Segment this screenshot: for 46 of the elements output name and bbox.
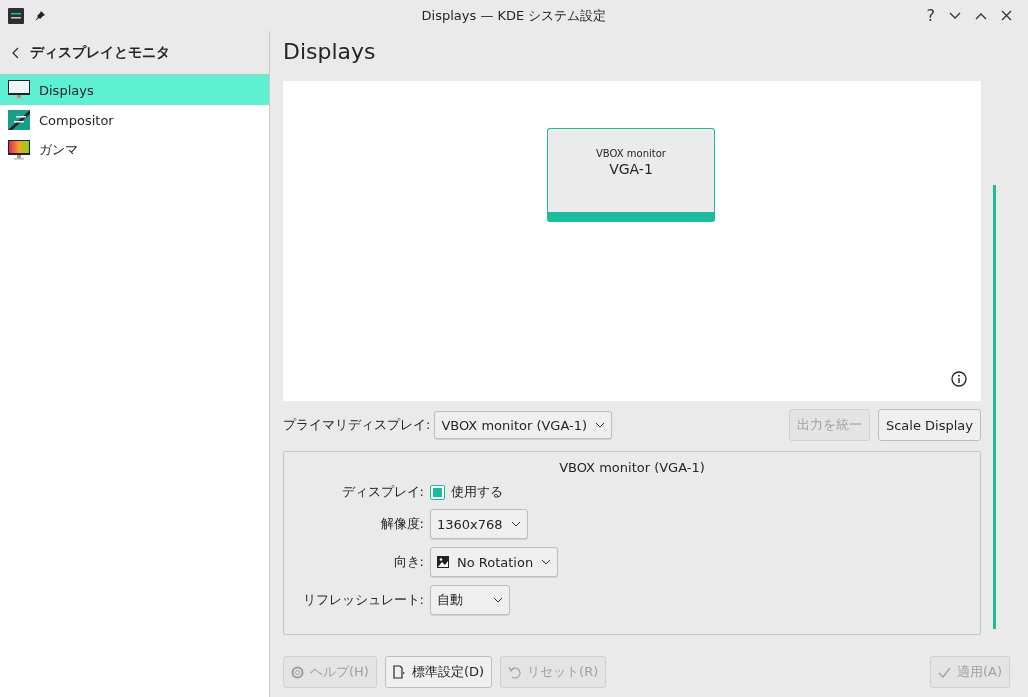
pin-icon[interactable] [34,9,46,22]
field-label: リフレッシュレート: [301,591,424,609]
sidebar-title: ディスプレイとモニタ [30,43,170,62]
caret-icon [541,559,552,565]
sidebar-label: Compositor [39,112,114,128]
gamma-icon [8,140,30,160]
monitor-tile[interactable]: VBOX monitor VGA-1 [547,128,715,222]
lifebuoy-icon [291,665,304,679]
monitor-name: VBOX monitor [596,148,666,159]
output-title: VBOX monitor (VGA-1) [558,460,706,475]
compositor-icon [8,110,30,130]
dropdown[interactable]: 1360x768 [430,509,528,539]
sidebar-label: Displays [39,82,94,98]
sidebar-item[interactable]: ガンマ [0,135,269,165]
caret-icon [510,521,521,527]
monitor-icon [8,80,30,100]
document-icon [392,665,406,679]
field-label: ディスプレイ: [340,483,424,501]
footer-button[interactable]: 標準設定(D) [384,656,493,688]
primary-display-dropdown[interactable]: VBOX monitor (VGA-1) [434,411,613,439]
sidebar-item[interactable]: Displays [0,75,269,105]
page-title: Displays [283,37,377,66]
help-button[interactable]: ? [926,6,935,25]
dropdown[interactable]: No Rotation [430,547,559,577]
close-icon[interactable] [1001,10,1012,21]
scrollbar[interactable] [993,185,996,629]
caret-icon [493,597,503,603]
window-title: Displays — KDE システム設定 [421,6,607,25]
undo-icon [508,665,522,679]
field-label: プライマリディスプレイ: [283,416,431,434]
field-label: 向き: [392,553,424,571]
checkmark-icon [937,666,951,678]
checkbox-label: 使用する [451,483,503,501]
sidebar-label: ガンマ [39,141,78,159]
action-button[interactable]: Scale Display [877,409,981,441]
app-icon [8,7,24,24]
field-label: 解像度: [379,515,424,533]
maximize-icon[interactable] [975,11,987,20]
back-icon[interactable] [12,46,20,59]
monitor-output: VGA-1 [609,161,653,177]
info-icon[interactable] [951,371,967,387]
minimize-icon[interactable] [949,11,961,20]
sidebar-item[interactable]: Compositor [0,105,269,135]
checkbox[interactable] [430,484,445,500]
caret-icon [595,422,606,428]
dropdown[interactable]: 自動 [430,585,510,615]
